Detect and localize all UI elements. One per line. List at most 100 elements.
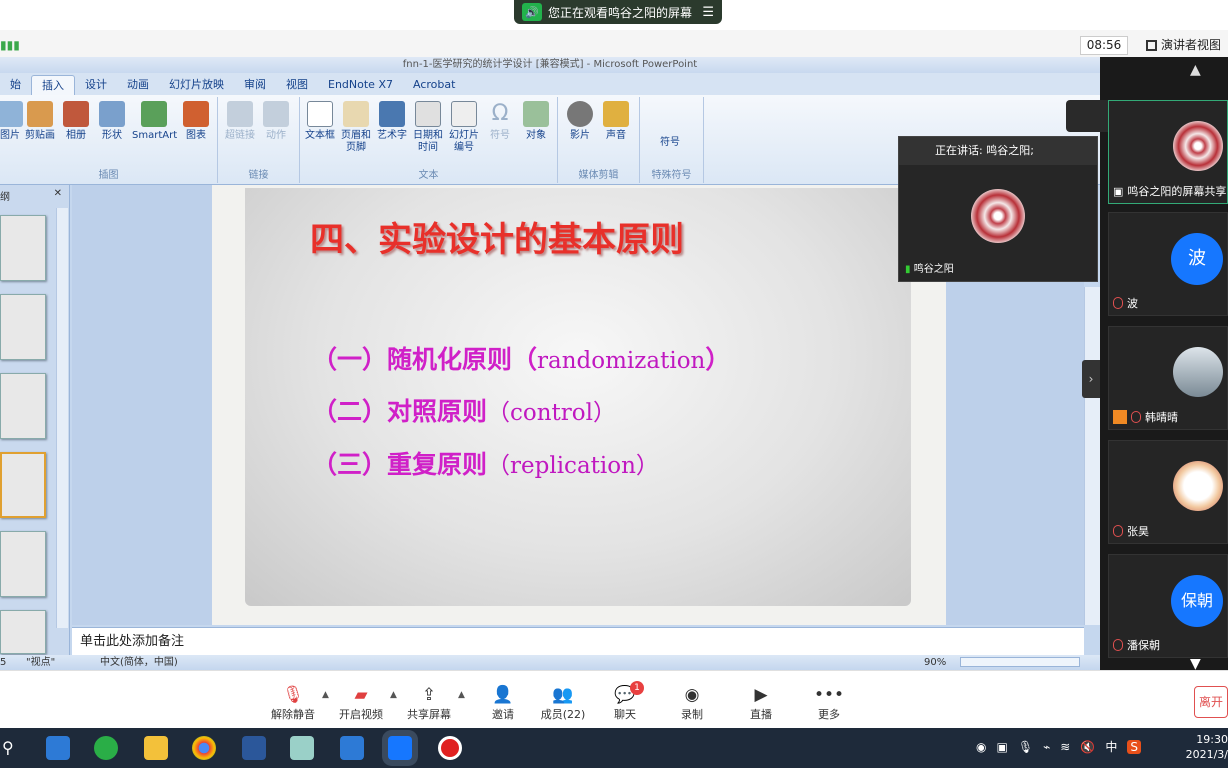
slide-number: 5: [0, 657, 7, 668]
thumbs-scrollbar[interactable]: [56, 208, 68, 628]
slide-title[interactable]: 四、实验设计的基本原则: [310, 212, 684, 261]
speaker-video-window[interactable]: 正在讲话: 鸣谷之阳; ▮ 鸣谷之阳: [898, 136, 1098, 282]
leave-meeting-button[interactable]: 离开: [1194, 686, 1228, 718]
notes-pane[interactable]: 单击此处添加备注: [72, 627, 1084, 655]
clipart-button[interactable]: 剪贴画: [22, 101, 58, 142]
participant-tile[interactable]: 波 波: [1108, 212, 1228, 316]
tab-insert[interactable]: 插入: [31, 75, 75, 95]
members-button[interactable]: 👥 成员(22): [528, 684, 598, 722]
app-icon[interactable]: [290, 736, 314, 760]
language: 中文(简体，中国): [100, 657, 178, 668]
slide-number-button[interactable]: 幻灯片编号: [446, 101, 482, 154]
tab-endnote[interactable]: EndNote X7: [318, 75, 403, 95]
participant-tile[interactable]: 张昊: [1108, 440, 1228, 544]
tab-slideshow[interactable]: 幻灯片放映: [159, 75, 234, 95]
album-button[interactable]: 相册: [58, 101, 94, 142]
hyperlink-button[interactable]: 超链接: [222, 101, 258, 142]
smartart-icon: [141, 101, 167, 127]
group-text: 文本框 页眉和页脚 艺术字 日期和时间 幻灯片编号 Ω 符号 对象 文本: [300, 97, 558, 183]
wechat-icon[interactable]: [94, 736, 118, 760]
tab-acrobat[interactable]: Acrobat: [403, 75, 465, 95]
network-icon[interactable]: ⌁: [1043, 740, 1050, 754]
wps-writer-icon[interactable]: [340, 736, 364, 760]
zoom-slider[interactable]: [960, 657, 1080, 667]
tab-design[interactable]: 设计: [75, 75, 117, 95]
shapes-button[interactable]: 形状: [94, 101, 130, 142]
header-footer-button[interactable]: 页眉和页脚: [338, 101, 374, 154]
collapse-panel-button[interactable]: ›: [1082, 360, 1100, 398]
slide-vertical-scrollbar[interactable]: [1084, 287, 1100, 625]
object-button[interactable]: 对象: [518, 101, 554, 142]
scroll-up-icon[interactable]: ▲: [1190, 62, 1201, 78]
slide-thumbnail[interactable]: [0, 294, 46, 360]
speaker-avatar: [971, 189, 1025, 243]
smartart-button[interactable]: SmartArt: [132, 101, 177, 142]
close-icon[interactable]: ✕: [54, 188, 62, 199]
view-mode-button[interactable]: 演讲者视图: [1146, 36, 1221, 55]
more-icon: •••: [813, 685, 845, 705]
slide-thumbnail[interactable]: [0, 373, 46, 439]
mic-tray-icon[interactable]: 🎙: [1018, 740, 1033, 754]
tab-home[interactable]: 始: [0, 75, 31, 95]
slide-thumbnail[interactable]: [0, 531, 46, 597]
record-button[interactable]: ◉ 录制: [657, 684, 727, 722]
wordart-button[interactable]: 艺术字: [374, 101, 410, 142]
action-button[interactable]: 动作: [258, 101, 294, 142]
banner-text: 您正在观看鸣谷之阳的屏幕: [548, 5, 693, 20]
tab-view[interactable]: 视图: [276, 75, 318, 95]
network-signal-icon[interactable]: ▮▮▮: [0, 38, 20, 52]
participant-tile[interactable]: 保朝 潘保朝: [1108, 554, 1228, 658]
thumbs-header: 纲 ✕: [0, 188, 62, 203]
special-symbol-button[interactable]: 符号: [652, 137, 688, 149]
start-video-button[interactable]: ▰ 开启视频: [326, 684, 396, 722]
banner-menu-icon[interactable]: ☰: [702, 5, 714, 20]
datetime-button[interactable]: 日期和时间: [410, 101, 446, 154]
movie-button[interactable]: 影片: [562, 101, 598, 142]
screen-recorder-icon[interactable]: [438, 736, 462, 760]
chat-icon: 💬: [614, 685, 636, 705]
group-special-symbols: 符号 特殊符号: [640, 97, 704, 183]
slide-line-1[interactable]: （一）随机化原则（randomization）: [312, 340, 730, 376]
textbox-icon: [307, 101, 333, 127]
chart-button[interactable]: 图表: [178, 101, 214, 142]
tencent-meeting-icon[interactable]: [388, 736, 412, 760]
slide-line-2[interactable]: （二）对照原则（control）: [312, 392, 616, 428]
symbol-button[interactable]: Ω 符号: [482, 101, 518, 142]
taskbar-clock[interactable]: 19:30 2021/3/: [1180, 732, 1228, 762]
unmute-button[interactable]: 🎙 解除静音: [258, 684, 328, 722]
volume-mute-icon[interactable]: 🔇: [1080, 740, 1095, 754]
share-options-chevron-icon[interactable]: ▲: [458, 690, 465, 700]
theme-name: "视点": [26, 657, 56, 668]
tab-animation[interactable]: 动画: [117, 75, 159, 95]
slide-thumbnail[interactable]: [0, 215, 46, 281]
notes-app-icon[interactable]: [46, 736, 70, 760]
speaker-icon: [603, 101, 629, 127]
clipart-icon: [27, 101, 53, 127]
record-tray-icon[interactable]: ◉: [976, 740, 986, 754]
file-explorer-icon[interactable]: [144, 736, 168, 760]
sound-button[interactable]: 声音: [598, 101, 634, 142]
word-icon[interactable]: [242, 736, 266, 760]
textbox-button[interactable]: 文本框: [302, 101, 338, 142]
slide-thumbnail-selected[interactable]: [0, 452, 46, 518]
picture-icon: [0, 101, 23, 127]
participant-tile[interactable]: 韩晴晴: [1108, 326, 1228, 430]
wifi-icon[interactable]: ≋: [1060, 740, 1070, 754]
search-icon[interactable]: ⚲: [2, 738, 14, 757]
more-button[interactable]: ••• 更多: [794, 684, 864, 722]
ime-indicator[interactable]: 中: [1105, 738, 1117, 755]
speaker-video-header: 正在讲话: 鸣谷之阳;: [899, 137, 1097, 165]
slide-line-3[interactable]: （三）重复原则（replication）: [312, 445, 659, 481]
chrome-icon[interactable]: [192, 736, 216, 760]
group-label: 插图: [98, 170, 119, 181]
slide-thumbnail[interactable]: [0, 610, 46, 654]
share-screen-button[interactable]: ⇪ 共享屏幕: [394, 684, 464, 722]
sogou-ime-icon[interactable]: S: [1127, 739, 1141, 754]
tab-review[interactable]: 审阅: [234, 75, 276, 95]
participant-tile[interactable]: ▣ 鸣谷之阳的屏幕共享: [1108, 100, 1228, 204]
meeting-tray-icon[interactable]: ▣: [996, 740, 1007, 754]
group-label: 媒体剪辑: [578, 170, 619, 181]
live-button[interactable]: ▶ 直播: [726, 684, 796, 722]
speaker-name: ▮ 鸣谷之阳: [905, 264, 954, 275]
chat-button[interactable]: 💬 聊天: [590, 684, 660, 722]
